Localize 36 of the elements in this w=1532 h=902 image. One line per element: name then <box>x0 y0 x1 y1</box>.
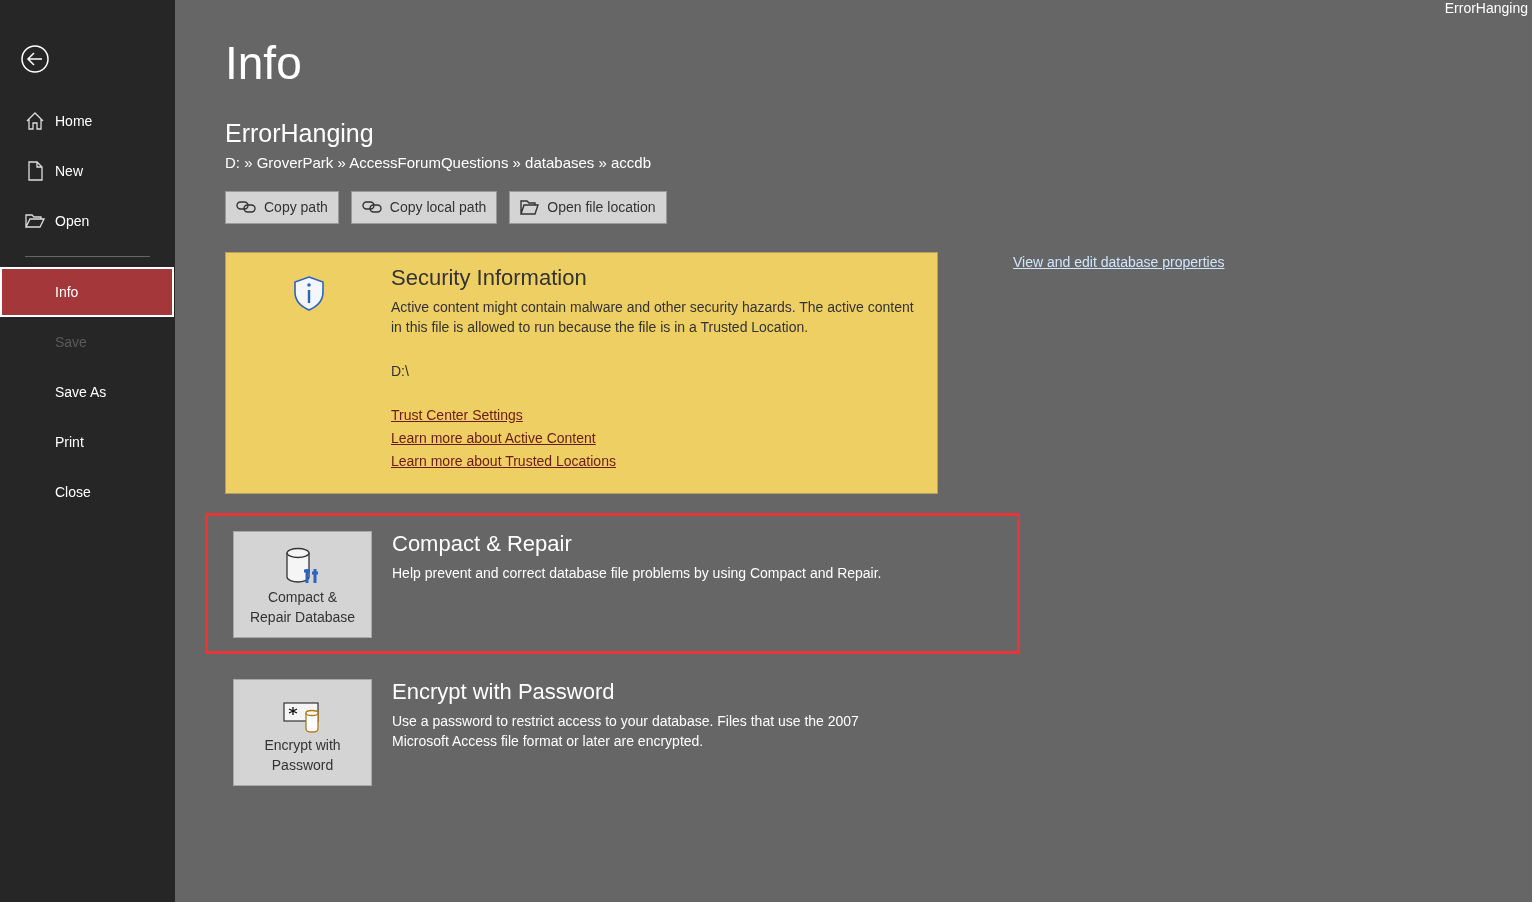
folder-icon <box>25 211 45 231</box>
link-icon <box>236 200 256 215</box>
file-name: ErrorHanging <box>225 118 375 148</box>
help-link[interactable]: Learn more about Active Content <box>391 429 596 446</box>
database-tools-icon <box>284 546 321 585</box>
section-title: Encrypt with Password <box>392 678 616 705</box>
shield-info-icon <box>291 274 326 311</box>
sidebar-item[interactable]: Info <box>0 267 174 317</box>
properties-link[interactable]: View and edit database properties <box>1013 253 1225 270</box>
folder-icon <box>520 199 540 215</box>
section-description: Help prevent and correct database file problems by using Compact and Repair. <box>392 563 882 583</box>
action-button[interactable]: Compact & Repair Database <box>233 530 372 638</box>
section-title: Compact & Repair <box>392 530 573 557</box>
trusted-location: D:\ <box>391 362 410 379</box>
sidebar-item[interactable]: New <box>0 146 174 196</box>
file-path: D: » GroverPark » AccessForumQuestions » databases » accdb <box>225 153 653 171</box>
section-title: Security Information <box>391 264 588 291</box>
sidebar-item[interactable]: Home <box>0 96 174 146</box>
back-button[interactable] <box>20 44 50 74</box>
link-icon <box>361 200 382 215</box>
sidebar-item[interactable]: Print <box>0 417 174 467</box>
path-button[interactable]: Copy path <box>225 190 339 224</box>
path-button[interactable]: Copy local path <box>350 190 498 224</box>
sidebar-item[interactable]: Close <box>0 467 174 517</box>
help-link[interactable]: Learn more about Trusted Locations <box>391 452 616 469</box>
page-heading: Info <box>225 38 303 89</box>
section-description: Active content might contain malware and other security hazards. The active content in this file is allowed to run because the file is in a Trusted Location. <box>391 297 915 337</box>
path-button[interactable]: Open file location <box>509 190 667 224</box>
sidebar-item[interactable]: Open <box>0 196 174 246</box>
window-title: ErrorHanging <box>1444 0 1528 16</box>
sidebar-item[interactable]: Save As <box>0 367 174 417</box>
action-button[interactable]: Encrypt with Password <box>233 678 372 786</box>
home-icon <box>25 111 45 131</box>
document-icon <box>25 161 45 181</box>
section-description: Use a password to restrict access to your database. Files that use the 2007 Microsoft Access file format or later are encrypted. <box>392 711 860 751</box>
help-link[interactable]: Trust Center Settings <box>391 406 523 423</box>
